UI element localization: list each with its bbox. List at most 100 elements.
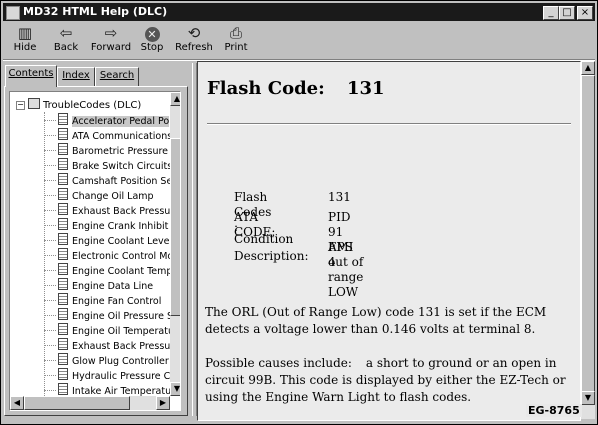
tree-connector [44, 240, 56, 241]
tree-item[interactable]: Engine Oil Pressure S [44, 308, 170, 323]
scroll-right-icon[interactable]: ▶ [156, 396, 170, 410]
tree-item-label: Engine Fan Control [72, 296, 162, 307]
tab-search[interactable]: Search [95, 67, 139, 86]
document-icon [58, 308, 68, 320]
tree-item[interactable]: Engine Data Line [44, 278, 170, 293]
maximize-button[interactable]: □ [559, 6, 575, 20]
tree-item-label: Engine Oil Pressure S [72, 311, 170, 322]
document-icon [58, 263, 68, 275]
tree-item[interactable]: Change Oil Lamp [44, 188, 170, 203]
tab-index-label: Index [62, 70, 90, 81]
document-icon [58, 143, 68, 155]
tree-item[interactable]: Exhaust Back Pressu [44, 338, 170, 353]
tree-item-label: Accelerator Pedal Po [72, 116, 170, 127]
tree-horizontal-scrollbar[interactable]: ◀ ▶ [10, 396, 170, 410]
minimize-button[interactable]: _ [543, 6, 559, 20]
tab-index[interactable]: Index [57, 67, 95, 86]
document-icon [58, 368, 68, 380]
toolbar: ▥ Hide ⇦ Back ⇨ Forward ✕ Stop ⟲ Refresh… [3, 23, 595, 59]
tree-item[interactable]: Engine Oil Temperatu [44, 323, 170, 338]
tree-connector [44, 180, 56, 181]
tree-item-label: ATA Communications [72, 131, 170, 142]
tree-item-label: Glow Plug Controller [72, 356, 169, 367]
tree-connector [44, 315, 56, 316]
stop-button[interactable]: ✕ Stop [139, 24, 165, 58]
content-vertical-scrollbar[interactable]: ▲ ▼ [581, 61, 595, 419]
topic-title: Flash Code: 131 [207, 78, 385, 99]
field-label: Condition [234, 232, 294, 246]
print-button[interactable]: ⎙ Print [223, 24, 249, 58]
tree-item[interactable]: Accelerator Pedal Po [44, 113, 170, 128]
tree-item[interactable]: Exhaust Back Pressu [44, 203, 170, 218]
tree-connector [44, 330, 56, 331]
document-icon [58, 218, 68, 230]
tree-item-label: Electronic Control Mo [72, 251, 170, 262]
title-bar: MD32 HTML Help (DLC) _ □ × [3, 3, 595, 21]
content-scroll-up-icon[interactable]: ▲ [581, 61, 595, 75]
tree-item[interactable]: Hydraulic Pressure C [44, 368, 170, 383]
title-rule [207, 123, 571, 125]
tree-connector [44, 225, 56, 226]
scroll-left-icon[interactable]: ◀ [10, 396, 24, 410]
tree-item[interactable]: Engine Fan Control [44, 293, 170, 308]
tree-item[interactable]: Glow Plug Controller [44, 353, 170, 368]
tree-item-label: Exhaust Back Pressu [72, 341, 170, 352]
hide-icon: ▥ [17, 24, 33, 42]
tree-root[interactable]: − TroubleCodes (DLC) [16, 98, 141, 111]
tree-item-label: Exhaust Back Pressu [72, 206, 170, 217]
tree-item[interactable]: Engine Crank Inhibit [44, 218, 170, 233]
tree-connector [44, 360, 56, 361]
tree-item-label: Engine Coolant Level [72, 236, 170, 247]
tree-root-label: TroubleCodes (DLC) [43, 100, 142, 111]
forward-button[interactable]: ⇨ Forward [89, 24, 133, 58]
field-label: Description: [234, 249, 309, 263]
tree-item-label: Camshaft Position Se [72, 176, 170, 187]
stop-icon: ✕ [139, 24, 165, 42]
tree-connector [44, 165, 56, 166]
tree-connector [44, 150, 56, 151]
tab-contents[interactable]: Contents [5, 65, 57, 87]
refresh-button[interactable]: ⟲ Refresh [173, 24, 215, 58]
contents-tree: − TroubleCodes (DLC) Accelerator Pedal Po… [9, 91, 181, 411]
tree-connector [44, 375, 56, 376]
tree-connector [44, 210, 56, 211]
tree-item[interactable]: Camshaft Position Se [44, 173, 170, 188]
tree-connector [44, 285, 56, 286]
tree-connector [44, 390, 56, 391]
tree-item-label: Hydraulic Pressure C [72, 371, 170, 382]
tree-item[interactable]: Barometric Pressure [44, 143, 170, 158]
content-scroll-thumb[interactable] [581, 75, 595, 392]
tree-item-label: Barometric Pressure [72, 146, 169, 157]
close-button[interactable]: × [577, 6, 593, 20]
scroll-up-icon[interactable]: ▲ [170, 92, 180, 106]
tab-search-label: Search [99, 70, 135, 81]
refresh-icon: ⟲ [187, 24, 201, 42]
print-label: Print [224, 42, 248, 53]
expand-icon[interactable]: − [16, 101, 25, 110]
tree-connector [44, 135, 56, 136]
content-scroll-down-icon[interactable]: ▼ [581, 391, 595, 405]
tree-item-label: Engine Crank Inhibit [72, 221, 169, 232]
tree-vertical-scrollbar[interactable]: ▲ ▼ [170, 92, 180, 396]
topic-content: Flash Code: 131 Flash Codes : 131 ATA CO… [197, 61, 581, 421]
book-open-icon [28, 98, 40, 109]
causes-lead: Possible causes include: [205, 356, 352, 370]
refresh-label: Refresh [175, 42, 213, 53]
tree-item-label: Engine Data Line [72, 281, 154, 292]
tree-scroll-thumb[interactable] [170, 138, 180, 316]
tree-hscroll-thumb[interactable] [24, 396, 130, 410]
navigation-pane: Contents Index Search − TroubleCodes (DLC… [3, 63, 191, 416]
tree-item[interactable]: Engine Coolant Level [44, 233, 170, 248]
tree-item[interactable]: Brake Switch Circuits [44, 158, 170, 173]
topic-title-code: 131 [347, 78, 385, 99]
document-icon [58, 323, 68, 335]
tree-item[interactable]: ATA Communications [44, 128, 170, 143]
back-button[interactable]: ⇦ Back [50, 24, 82, 58]
scroll-down-icon[interactable]: ▼ [170, 382, 180, 396]
tree-connector [44, 255, 56, 256]
document-icon [58, 173, 68, 185]
tree-item[interactable]: Engine Coolant Temp [44, 263, 170, 278]
tree-item[interactable]: Electronic Control Mo [44, 248, 170, 263]
document-icon [58, 293, 68, 305]
hide-button[interactable]: ▥ Hide [10, 24, 40, 58]
